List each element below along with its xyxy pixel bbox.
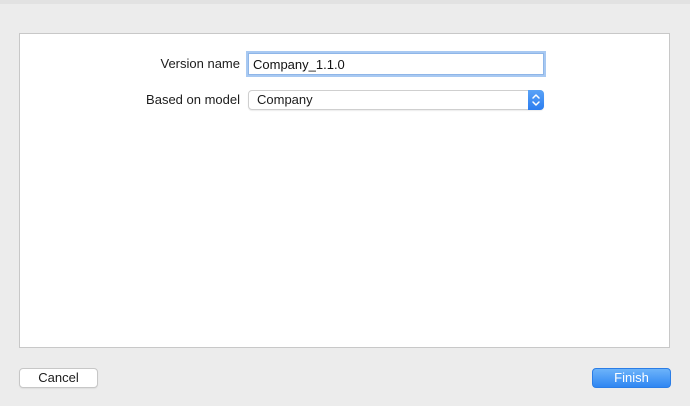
form-panel: Version name Based on model Company <box>19 33 670 348</box>
version-name-field[interactable] <box>248 53 544 75</box>
based-on-model-label: Based on model <box>146 92 240 107</box>
window-top-edge <box>0 0 690 4</box>
finish-button[interactable]: Finish <box>592 368 671 388</box>
cancel-button[interactable]: Cancel <box>19 368 98 388</box>
version-name-label: Version name <box>160 56 241 71</box>
based-on-model-popup[interactable]: Company <box>248 90 544 110</box>
based-on-model-selected-value: Company <box>257 92 313 107</box>
chevron-up-down-icon <box>528 90 544 110</box>
